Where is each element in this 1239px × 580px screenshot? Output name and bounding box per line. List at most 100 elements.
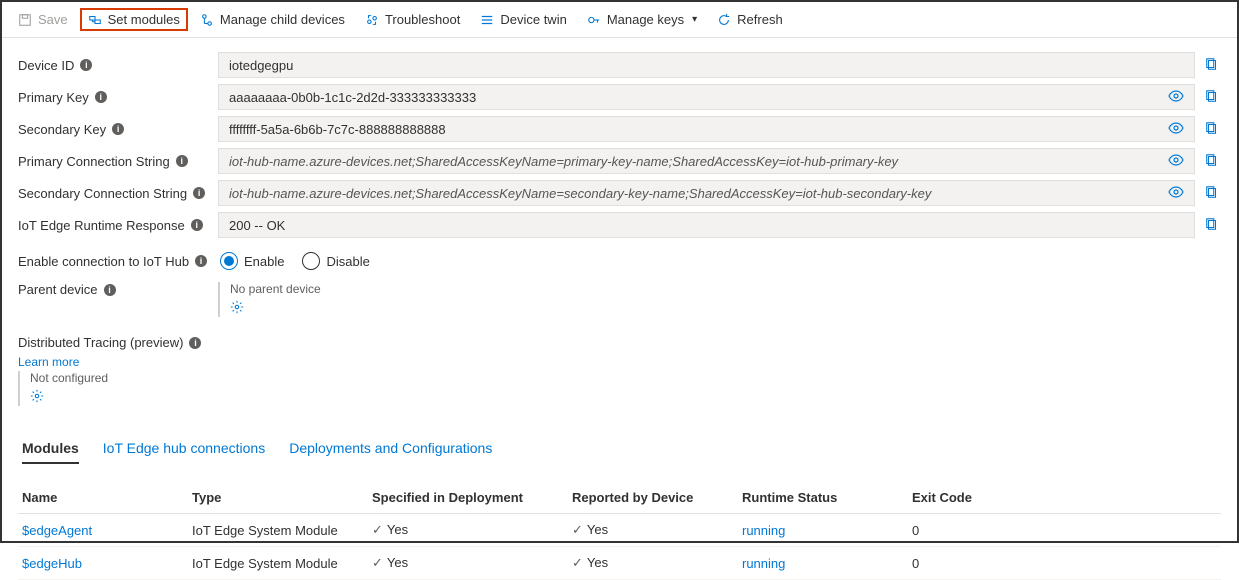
- module-name-link[interactable]: $edgeHub: [22, 556, 82, 571]
- primary-conn-row: Primary Connection String i iot-hub-name…: [18, 146, 1221, 176]
- runtime-response-value: 200 -- OK: [218, 212, 1195, 238]
- secondary-key-value: ffffffff-5a5a-6b6b-7c7c-888888888888: [218, 116, 1195, 142]
- module-specified: ✓Yes: [372, 555, 572, 571]
- info-icon[interactable]: i: [193, 187, 205, 199]
- table-header: Name Type Specified in Deployment Report…: [18, 482, 1221, 514]
- child-devices-icon: [200, 13, 214, 27]
- info-icon[interactable]: i: [191, 219, 203, 231]
- content-area: Device ID i iotedgegpu Primary Key i aaa…: [2, 38, 1237, 580]
- enable-connection-label: Enable connection to IoT Hub i: [18, 254, 218, 269]
- learn-more-link[interactable]: Learn more: [18, 355, 79, 369]
- manage-keys-label: Manage keys: [607, 12, 684, 27]
- set-modules-button[interactable]: Set modules: [80, 8, 188, 31]
- check-icon: ✓: [372, 522, 383, 537]
- tabs: Modules IoT Edge hub connections Deploym…: [18, 434, 1221, 464]
- table-row: $edgeAgentIoT Edge System Module✓Yes✓Yes…: [18, 514, 1221, 547]
- enable-radio[interactable]: Enable: [220, 252, 284, 270]
- module-specified: ✓Yes: [372, 522, 572, 538]
- copy-icon[interactable]: [1203, 57, 1221, 74]
- table-row: $edgeHubIoT Edge System Module✓Yes✓Yesru…: [18, 547, 1221, 580]
- refresh-label: Refresh: [737, 12, 783, 27]
- radio-icon-checked: [220, 252, 238, 270]
- module-exit-code: 0: [912, 523, 1032, 538]
- col-runtime: Runtime Status: [742, 490, 912, 505]
- eye-icon[interactable]: [1168, 154, 1184, 169]
- copy-icon[interactable]: [1203, 185, 1221, 202]
- eye-icon[interactable]: [1168, 122, 1184, 137]
- secondary-conn-value: iot-hub-name.azure-devices.net;SharedAcc…: [218, 180, 1195, 206]
- tracing-status: Not configured: [30, 371, 1221, 385]
- save-icon: [18, 13, 32, 27]
- runtime-status-link[interactable]: running: [742, 523, 785, 538]
- eye-icon[interactable]: [1168, 90, 1184, 105]
- info-icon[interactable]: i: [80, 59, 92, 71]
- col-exit: Exit Code: [912, 490, 1032, 505]
- primary-key-row: Primary Key i aaaaaaaa-0b0b-1c1c-2d2d-33…: [18, 82, 1221, 112]
- secondary-conn-row: Secondary Connection String i iot-hub-na…: [18, 178, 1221, 208]
- secondary-key-label: Secondary Key i: [18, 122, 218, 137]
- module-type: IoT Edge System Module: [192, 523, 372, 538]
- runtime-response-label: IoT Edge Runtime Response i: [18, 218, 218, 233]
- manage-child-label: Manage child devices: [220, 12, 345, 27]
- primary-conn-value: iot-hub-name.azure-devices.net;SharedAcc…: [218, 148, 1195, 174]
- gear-icon[interactable]: [30, 389, 44, 406]
- info-icon[interactable]: i: [176, 155, 188, 167]
- device-id-value: iotedgegpu: [218, 52, 1195, 78]
- parent-device-row: Parent device i No parent device: [18, 282, 1221, 317]
- info-icon[interactable]: i: [189, 337, 201, 349]
- module-name-link[interactable]: $edgeAgent: [22, 523, 92, 538]
- enable-connection-row: Enable connection to IoT Hub i Enable Di…: [18, 246, 1221, 276]
- copy-icon[interactable]: [1203, 89, 1221, 106]
- toolbar: Save Set modules Manage child devices Tr…: [2, 2, 1237, 38]
- runtime-status-link[interactable]: running: [742, 556, 785, 571]
- check-icon: ✓: [572, 522, 583, 537]
- module-exit-code: 0: [912, 556, 1032, 571]
- primary-key-label: Primary Key i: [18, 90, 218, 105]
- copy-icon[interactable]: [1203, 153, 1221, 170]
- check-icon: ✓: [572, 555, 583, 570]
- manage-keys-button[interactable]: Manage keys ▾: [579, 8, 705, 31]
- troubleshoot-button[interactable]: Troubleshoot: [357, 8, 468, 31]
- primary-conn-label: Primary Connection String i: [18, 154, 218, 169]
- secondary-key-row: Secondary Key i ffffffff-5a5a-6b6b-7c7c-…: [18, 114, 1221, 144]
- modules-table: Name Type Specified in Deployment Report…: [18, 482, 1221, 580]
- module-reported: ✓Yes: [572, 555, 742, 571]
- info-icon[interactable]: i: [95, 91, 107, 103]
- primary-key-value: aaaaaaaa-0b0b-1c1c-2d2d-333333333333: [218, 84, 1195, 110]
- module-reported: ✓Yes: [572, 522, 742, 538]
- tab-deployments[interactable]: Deployments and Configurations: [289, 434, 492, 464]
- tab-hub-connections[interactable]: IoT Edge hub connections: [103, 434, 265, 464]
- info-icon[interactable]: i: [112, 123, 124, 135]
- keys-icon: [587, 13, 601, 27]
- radio-icon: [302, 252, 320, 270]
- info-icon[interactable]: i: [104, 284, 116, 296]
- col-type: Type: [192, 490, 372, 505]
- disable-radio[interactable]: Disable: [302, 252, 369, 270]
- chevron-down-icon: ▾: [692, 14, 697, 25]
- device-id-label: Device ID i: [18, 58, 218, 73]
- device-twin-button[interactable]: Device twin: [472, 8, 574, 31]
- copy-icon[interactable]: [1203, 121, 1221, 138]
- troubleshoot-icon: [365, 13, 379, 27]
- parent-device-value: No parent device: [230, 282, 321, 296]
- copy-icon[interactable]: [1203, 217, 1221, 234]
- enable-radio-group: Enable Disable: [218, 252, 370, 270]
- save-label: Save: [38, 12, 68, 27]
- gear-icon[interactable]: [230, 300, 244, 317]
- device-twin-label: Device twin: [500, 12, 566, 27]
- parent-device-block: No parent device: [218, 282, 321, 317]
- manage-child-devices-button[interactable]: Manage child devices: [192, 8, 353, 31]
- eye-icon[interactable]: [1168, 186, 1184, 201]
- set-modules-label: Set modules: [108, 12, 180, 27]
- module-type: IoT Edge System Module: [192, 556, 372, 571]
- refresh-icon: [717, 13, 731, 27]
- tab-modules[interactable]: Modules: [22, 434, 79, 464]
- col-specified: Specified in Deployment: [372, 490, 572, 505]
- save-button: Save: [10, 8, 76, 31]
- refresh-button[interactable]: Refresh: [709, 8, 791, 31]
- device-twin-icon: [480, 13, 494, 27]
- col-name: Name: [22, 490, 192, 505]
- device-id-row: Device ID i iotedgegpu: [18, 50, 1221, 80]
- info-icon[interactable]: i: [195, 255, 207, 267]
- tracing-block: Not configured: [18, 371, 1221, 406]
